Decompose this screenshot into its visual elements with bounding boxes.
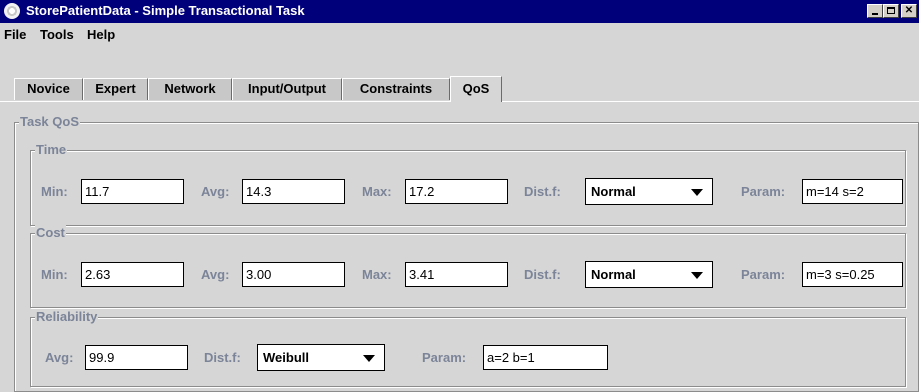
reliability-dist-select[interactable]: Weibull [257, 344, 385, 371]
reliability-param-input[interactable]: a=2 b=1 [483, 345, 608, 370]
close-icon: ✕ [904, 5, 914, 16]
reliability-dist-value: Weibull [263, 350, 309, 365]
task-qos-group: Task QoS Time Min: 11.7 Avg: 14.3 Max: 1… [14, 114, 919, 392]
cost-dist-select[interactable]: Normal [585, 261, 713, 288]
time-dist-label: Dist.f: [524, 184, 561, 199]
time-max-label: Max: [362, 184, 392, 199]
reliability-param-label: Param: [422, 350, 467, 365]
time-min-input[interactable]: 11.7 [81, 179, 184, 204]
app-icon [4, 3, 20, 19]
window-title: StorePatientData - Simple Transactional … [26, 3, 305, 18]
tab-qos[interactable]: QoS [450, 76, 502, 102]
time-param-input[interactable]: m=14 s=2 [802, 179, 903, 204]
menu-bar: File Tools Help [0, 23, 919, 47]
cost-dist-value: Normal [591, 267, 636, 282]
task-qos-title: Task QoS [19, 114, 81, 130]
time-avg-input[interactable]: 14.3 [242, 179, 345, 204]
tab-constraints[interactable]: Constraints [342, 78, 450, 100]
time-dist-select[interactable]: Normal [585, 178, 713, 205]
cost-param-input[interactable]: m=3 s=0.25 [802, 262, 903, 287]
cost-avg-label: Avg: [201, 267, 230, 282]
close-button[interactable]: ✕ [901, 4, 917, 18]
tab-expert[interactable]: Expert [83, 78, 148, 100]
main-window: StorePatientData - Simple Transactional … [0, 0, 919, 392]
cost-param-label: Param: [741, 267, 786, 282]
tab-novice[interactable]: Novice [14, 78, 83, 100]
reliability-title: Reliability [35, 309, 99, 325]
cost-avg-input[interactable]: 3.00 [242, 262, 345, 287]
reliability-group: Reliability Avg: 99.9 Dist.f: Weibull Pa… [30, 309, 906, 387]
menu-tools[interactable]: Tools [40, 27, 74, 42]
maximize-button[interactable] [883, 4, 899, 18]
reliability-avg-input[interactable]: 99.9 [85, 345, 188, 370]
minimize-button[interactable] [867, 4, 883, 18]
time-group: Time Min: 11.7 Avg: 14.3 Max: 17.2 Dist.… [30, 142, 906, 226]
minimize-icon [872, 13, 878, 15]
reliability-avg-label: Avg: [45, 350, 74, 365]
cost-group: Cost Min: 2.63 Avg: 3.00 Max: 3.41 Dist.… [30, 225, 906, 308]
tab-network[interactable]: Network [148, 78, 232, 100]
time-avg-label: Avg: [201, 184, 230, 199]
time-dist-value: Normal [591, 184, 636, 199]
cost-max-label: Max: [362, 267, 392, 282]
chevron-down-icon [691, 272, 703, 279]
time-param-label: Param: [741, 184, 786, 199]
cost-min-input[interactable]: 2.63 [81, 262, 184, 287]
maximize-icon [887, 7, 895, 14]
cost-title: Cost [35, 225, 66, 241]
time-max-input[interactable]: 17.2 [405, 179, 508, 204]
time-title: Time [35, 142, 68, 158]
cost-min-label: Min: [41, 267, 68, 282]
cost-dist-label: Dist.f: [524, 267, 561, 282]
title-bar[interactable]: StorePatientData - Simple Transactional … [0, 0, 919, 23]
chevron-down-icon [691, 189, 703, 196]
menu-file[interactable]: File [4, 27, 26, 42]
cost-max-input[interactable]: 3.41 [405, 262, 508, 287]
time-min-label: Min: [41, 184, 68, 199]
menu-help[interactable]: Help [87, 27, 115, 42]
tab-input-output[interactable]: Input/Output [232, 78, 342, 100]
chevron-down-icon [363, 355, 375, 362]
reliability-dist-label: Dist.f: [204, 350, 241, 365]
